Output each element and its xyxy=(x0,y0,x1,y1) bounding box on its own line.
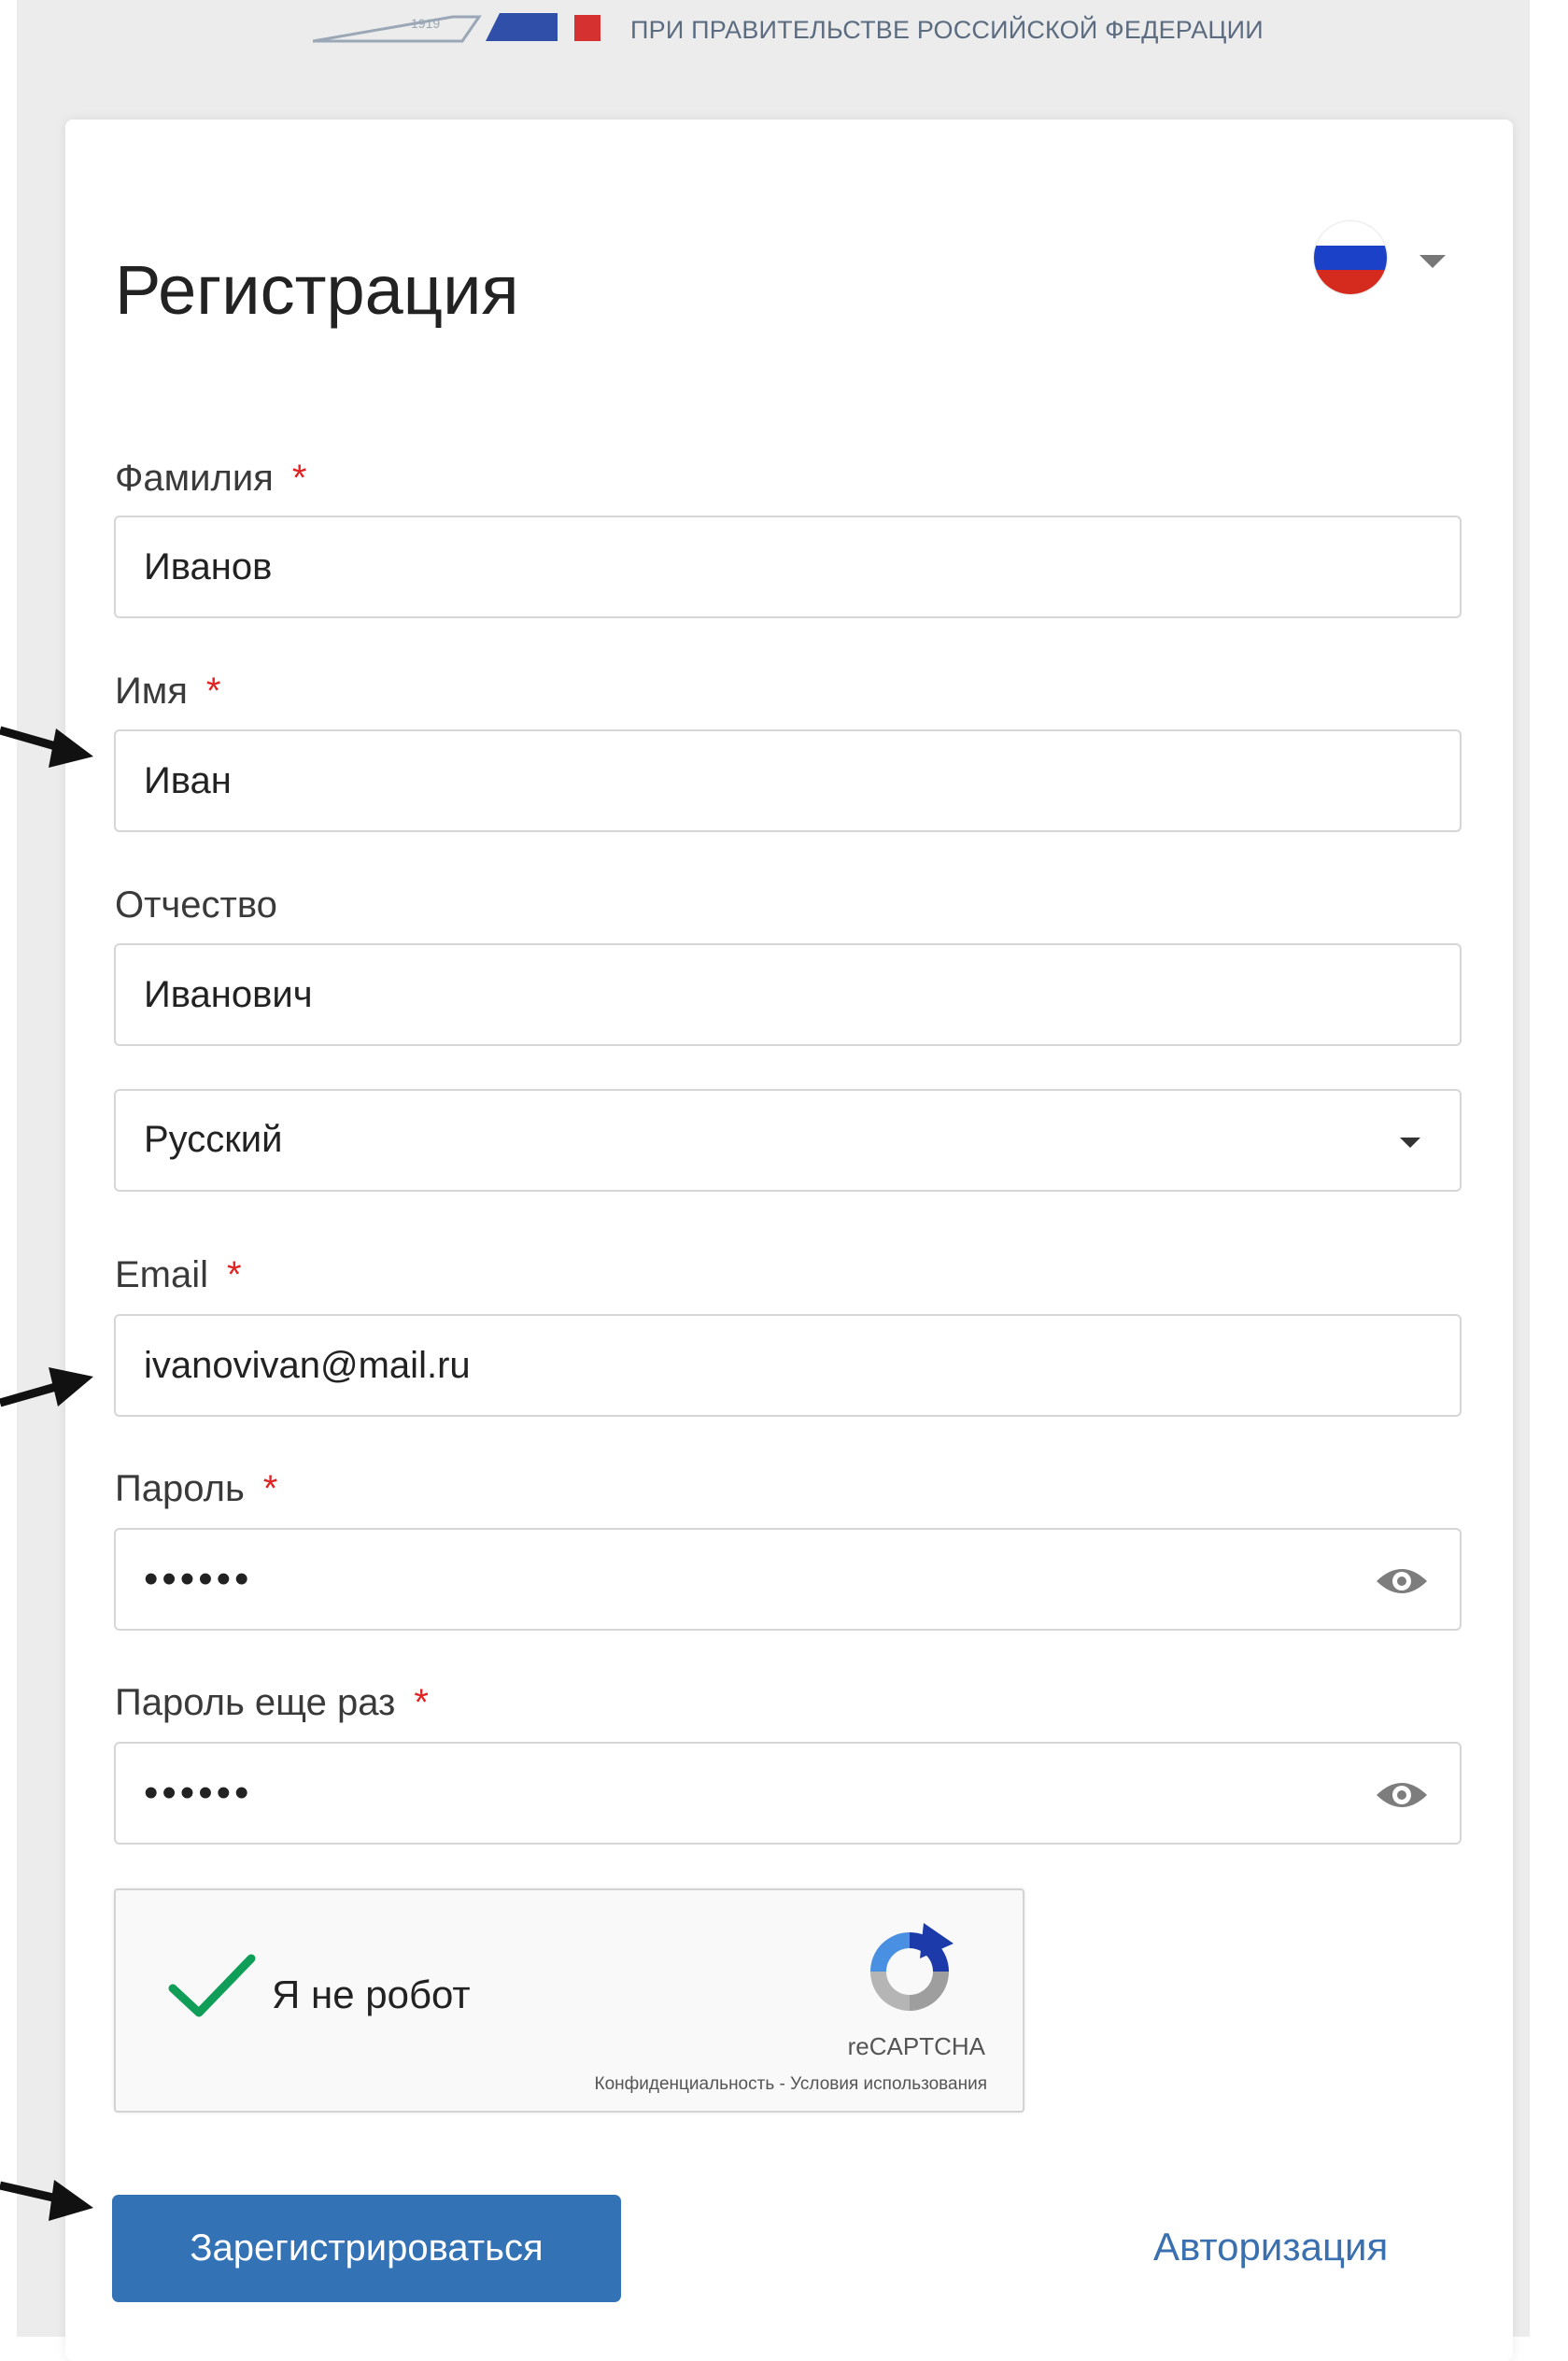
password-repeat-field[interactable] xyxy=(114,1742,1462,1845)
password-repeat-input[interactable] xyxy=(144,1744,1386,1843)
email-label: Email * xyxy=(115,1254,242,1295)
middle-name-field[interactable] xyxy=(114,943,1462,1046)
language-select-value: Русский xyxy=(144,1119,283,1160)
password-label: Пароль * xyxy=(115,1468,278,1509)
eye-icon[interactable] xyxy=(1374,1562,1430,1600)
required-mark: * xyxy=(291,458,307,499)
logo-emblem-icon: 1919 xyxy=(313,13,600,43)
captcha-label: Я не робот xyxy=(272,1972,471,2016)
middle-name-input[interactable] xyxy=(144,945,1386,1044)
password-input[interactable] xyxy=(144,1530,1386,1629)
recaptcha-logo-icon xyxy=(870,1923,954,2011)
checkmark-icon[interactable] xyxy=(167,1951,256,2021)
required-mark: * xyxy=(262,1468,278,1509)
required-mark: * xyxy=(414,1682,429,1723)
page-title: Регистрация xyxy=(115,251,519,329)
language-select[interactable]: Русский xyxy=(114,1089,1462,1192)
chevron-down-icon xyxy=(1420,255,1446,268)
arrow-annotation-icon xyxy=(0,2180,93,2221)
required-mark: * xyxy=(227,1254,242,1295)
middle-name-label: Отчество xyxy=(115,884,277,926)
email-field[interactable] xyxy=(114,1314,1462,1417)
first-name-input[interactable] xyxy=(144,731,1386,830)
org-logo: 1919 При Правительстве Российской Федера… xyxy=(313,0,1293,60)
language-switcher[interactable] xyxy=(1312,221,1452,301)
login-link[interactable]: Авторизация xyxy=(1153,2225,1388,2269)
org-subtitle: При Правительстве Российской Федерации xyxy=(630,16,1264,44)
email-input[interactable] xyxy=(144,1316,1386,1415)
eye-icon[interactable] xyxy=(1374,1776,1430,1814)
recaptcha-brand: reCAPTCHA xyxy=(847,2032,985,2060)
password-repeat-label: Пароль еще раз * xyxy=(115,1682,429,1723)
password-field[interactable] xyxy=(114,1528,1462,1631)
recaptcha-widget[interactable]: Я не робот reCAPTCHA Конфиденциальность … xyxy=(114,1888,1024,2113)
arrow-annotation-icon xyxy=(0,1367,93,1407)
first-name-label: Имя * xyxy=(115,671,221,712)
arrow-annotation-icon xyxy=(0,726,93,768)
ru-flag-icon xyxy=(1314,221,1387,294)
register-button[interactable]: Зарегистрироваться xyxy=(112,2195,621,2302)
last-name-input[interactable] xyxy=(144,517,1386,616)
logo-year: 1919 xyxy=(411,16,440,31)
last-name-label: Фамилия * xyxy=(115,458,307,499)
last-name-field[interactable] xyxy=(114,516,1462,618)
caret-down-icon xyxy=(1400,1138,1420,1148)
first-name-field[interactable] xyxy=(114,729,1462,832)
recaptcha-links[interactable]: Конфиденциальность - Условия использован… xyxy=(595,2074,988,2095)
required-mark: * xyxy=(205,671,221,712)
